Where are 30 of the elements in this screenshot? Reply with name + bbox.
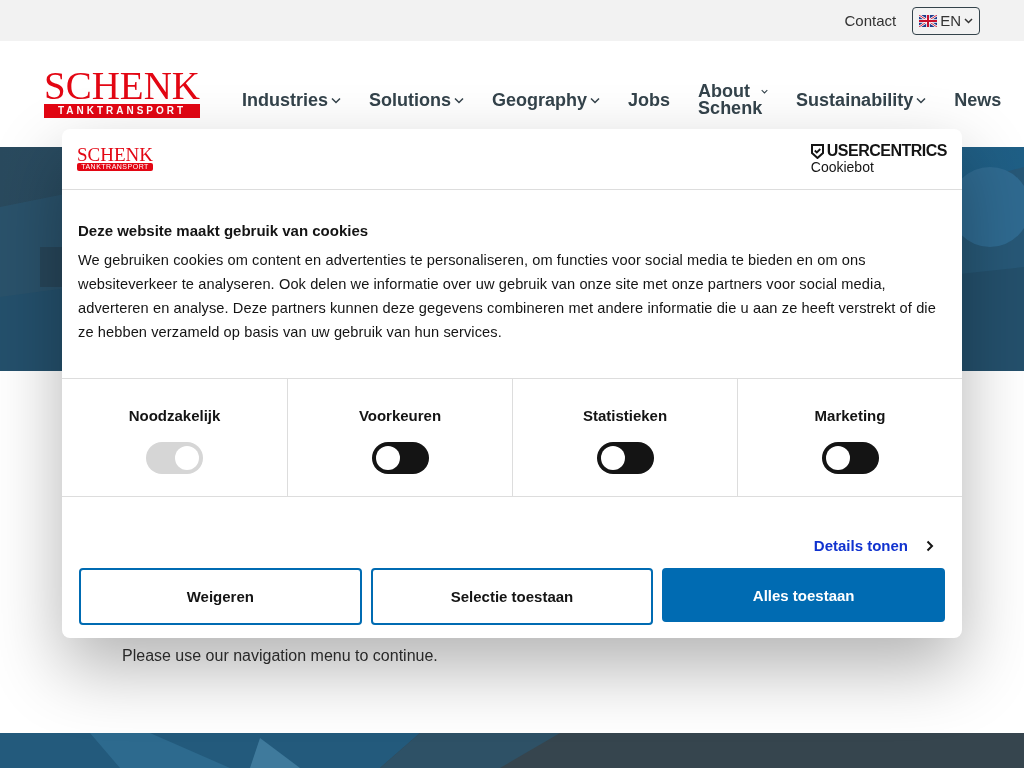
nav-item[interactable]: About Schenk bbox=[698, 83, 769, 117]
contact-link[interactable]: Contact bbox=[844, 12, 897, 29]
toggle-switch[interactable] bbox=[596, 442, 654, 474]
nav-item[interactable]: News bbox=[954, 89, 1002, 111]
category-label: Voorkeuren bbox=[358, 407, 442, 424]
consent-button[interactable]: Weigeren bbox=[79, 568, 362, 625]
chevron-icon bbox=[964, 17, 973, 24]
dialog-title: Deze website maakt gebruik van cookies bbox=[78, 222, 370, 239]
nav-item[interactable]: Sustainability bbox=[796, 89, 927, 111]
consent-button[interactable]: Selectie toestaan bbox=[370, 568, 654, 625]
toggle-switch[interactable] bbox=[821, 442, 879, 474]
category-label: Statistieken bbox=[582, 407, 668, 424]
details-link[interactable]: Details tonen bbox=[813, 537, 908, 554]
toggle-switch[interactable] bbox=[371, 442, 429, 474]
body-text: Please use our navigation menu to continue. bbox=[122, 647, 438, 665]
nav-item[interactable]: Solutions bbox=[369, 89, 465, 111]
chevron-right-icon bbox=[926, 539, 934, 552]
provider-name: USERCENTRICS bbox=[826, 143, 947, 159]
flag-icon bbox=[919, 14, 938, 27]
nav-item[interactable]: Industries bbox=[242, 89, 342, 111]
nav-item[interactable]: Geography bbox=[492, 89, 601, 111]
nav-item[interactable]: Jobs bbox=[628, 89, 671, 111]
logo[interactable]: SCHENK TANKTRANSPORT bbox=[44, 70, 201, 118]
consent-button[interactable]: Alles toestaan bbox=[662, 568, 945, 622]
category-label: Noodzakelijk bbox=[128, 407, 221, 424]
category-label: Marketing bbox=[814, 407, 886, 424]
shield-icon bbox=[810, 143, 824, 159]
language-selector[interactable]: EN bbox=[912, 6, 980, 35]
dialog-text: We gebruiken cookies om content en advertenties te personaliseren, om functies voor social media te bieden en om ons websiteverkeer te analyseren. Ook delen we informatie over uw gebruik van onze site met onze partners voor social media, adverteren en analyse. Deze partners kunnen deze gegevens combineren met andere informatie die u aan ze heeft verstrekt of die ze hebben verzameld op basis van uw gebruik van hun services. bbox=[78, 251, 937, 342]
provider-product: Cookiebot bbox=[810, 159, 875, 175]
